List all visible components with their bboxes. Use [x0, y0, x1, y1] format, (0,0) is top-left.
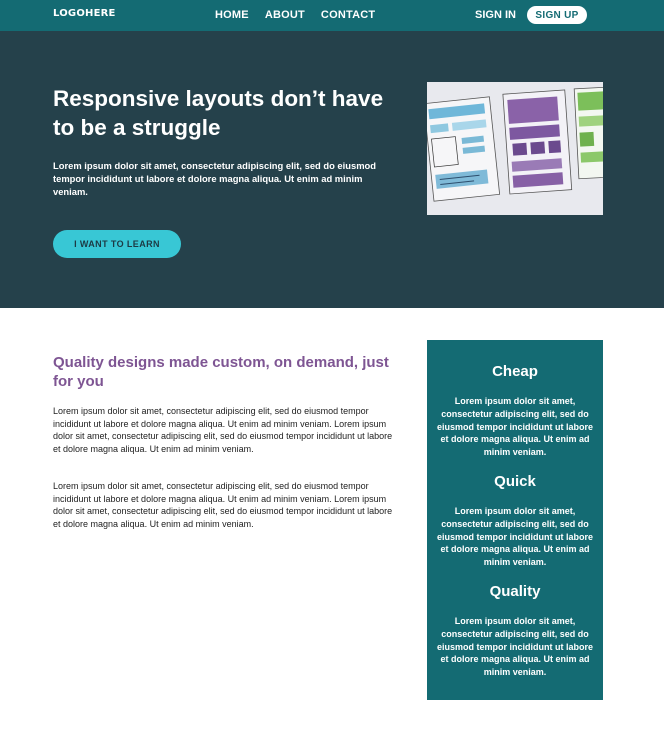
section-title: Quality designs made custom, on demand, … — [53, 354, 389, 390]
feature-title-quick: Quick — [494, 473, 536, 490]
feature-text: Lorem ipsum dolor sit amet, consectetur … — [437, 506, 594, 568]
logo[interactable]: LOGOHERE — [53, 8, 116, 19]
hero-text: Lorem ipsum dolor sit amet, consectetur … — [53, 160, 376, 197]
body-paragraph: Lorem ipsum dolor sit amet, consectetur … — [53, 481, 393, 530]
wireframe-sketch-image — [427, 82, 603, 215]
hero-section: Responsive layouts don’t have to be a st… — [0, 31, 664, 308]
feature-text: Lorem ipsum dolor sit amet, consectetur … — [437, 616, 594, 678]
top-nav: LOGOHERE HOME ABOUT CONTACT SIGN IN SIGN… — [0, 0, 664, 31]
hero-title: Responsive layouts don’t have to be a st… — [53, 86, 384, 140]
nav-links: HOME ABOUT CONTACT — [215, 9, 375, 21]
feature-title-cheap: Cheap — [492, 363, 538, 380]
sign-in-link[interactable]: SIGN IN — [475, 9, 516, 21]
feature-title-quality: Quality — [489, 583, 541, 600]
learn-button[interactable]: I WANT TO LEARN — [53, 230, 181, 258]
feature-text: Lorem ipsum dolor sit amet, consectetur … — [437, 396, 594, 458]
nav-link-about[interactable]: ABOUT — [265, 9, 305, 21]
nav-link-contact[interactable]: CONTACT — [321, 9, 375, 21]
body-paragraph: Lorem ipsum dolor sit amet, consectetur … — [53, 406, 393, 455]
sign-up-button[interactable]: SIGN UP — [527, 6, 587, 24]
nav-link-home[interactable]: HOME — [215, 9, 249, 21]
features-sidebar: Cheap Lorem ipsum dolor sit amet, consec… — [427, 340, 603, 700]
